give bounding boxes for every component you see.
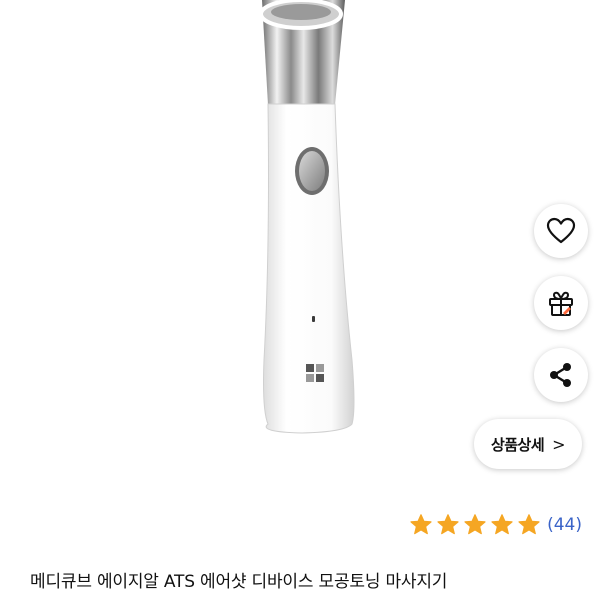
wishlist-button[interactable] [534, 204, 588, 258]
rating-summary[interactable]: (44) [409, 508, 582, 542]
chevron-right-icon: > [552, 434, 566, 454]
review-count[interactable]: (44) [547, 515, 582, 535]
product-detail-label: 상품상세 [490, 435, 545, 454]
star-icon [491, 514, 513, 535]
share-icon [547, 361, 575, 389]
star-rating [409, 513, 541, 537]
product-title: 메디큐브 에이지알 ATS 에어샷 디바이스 모공토닝 마사지기 [30, 572, 448, 592]
gift-button[interactable] [534, 276, 588, 330]
gift-icon [547, 289, 575, 317]
star-icon [437, 514, 459, 535]
heart-icon [546, 217, 576, 245]
star-icon [518, 514, 540, 535]
product-detail-button[interactable]: 상품상세 > [474, 419, 582, 469]
star-icon [464, 514, 486, 535]
share-button[interactable] [534, 348, 588, 402]
star-icon [410, 514, 432, 535]
